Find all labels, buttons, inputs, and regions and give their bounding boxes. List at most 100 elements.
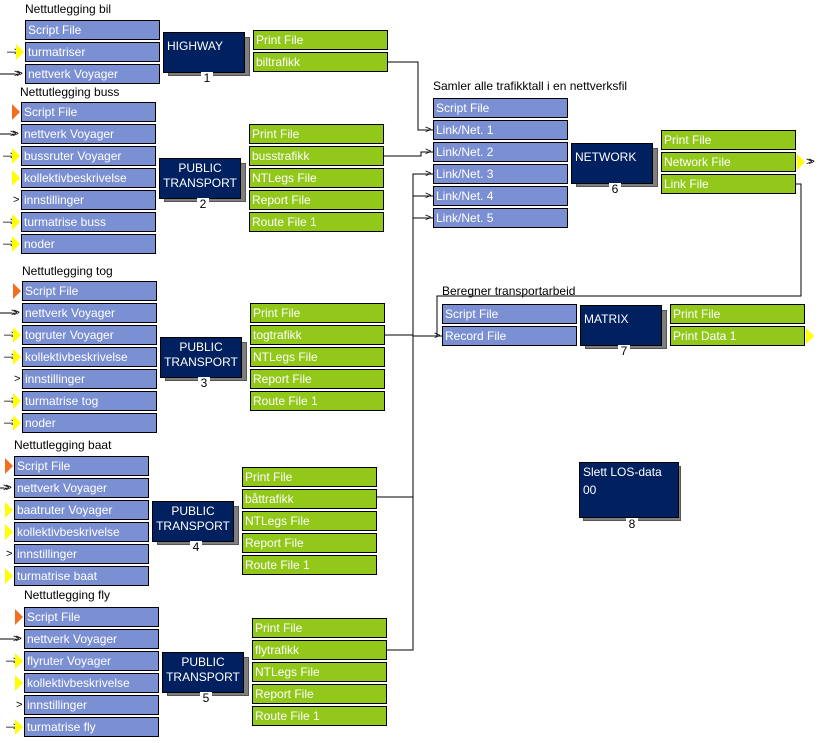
input-file-slot[interactable]: Script File	[22, 281, 157, 301]
input-file-slot[interactable]: nettverk Voyager	[25, 64, 160, 84]
program-label: TRANSPORT	[166, 670, 240, 684]
group-title: Nettutlegging buss	[20, 85, 120, 99]
output-file-slot[interactable]: NTLegs File	[242, 511, 377, 531]
input-file-slot[interactable]: Script File	[21, 102, 156, 122]
output-file-slot[interactable]: Print File	[242, 467, 377, 487]
yellow-input-marker-icon[interactable]	[12, 236, 20, 252]
orange-script-marker-icon[interactable]	[12, 104, 20, 120]
program-box[interactable]: HIGHWAY	[163, 32, 245, 73]
yellow-input-marker-icon[interactable]	[15, 675, 23, 691]
input-file-slot[interactable]: nettverk Voyager	[22, 303, 157, 323]
input-file-slot[interactable]: Script File	[14, 456, 149, 476]
input-file-slot[interactable]: innstillinger	[22, 369, 157, 389]
yellow-input-marker-icon[interactable]	[5, 524, 13, 540]
program-box[interactable]: PUBLIC TRANSPORT	[159, 158, 241, 199]
input-file-slot[interactable]: Link/Net. 1	[433, 120, 568, 140]
yellow-input-marker-icon[interactable]	[15, 653, 23, 669]
input-file-slot[interactable]: togruter Voyager	[22, 325, 157, 345]
output-file-slot[interactable]: Print File	[670, 304, 805, 324]
input-file-slot[interactable]: turmatrise tog	[22, 391, 157, 411]
output-file-slot[interactable]: togtrafikk	[250, 325, 385, 345]
output-file-slot[interactable]: NTLegs File	[250, 347, 385, 367]
output-file-slot[interactable]: Route File 1	[250, 391, 385, 411]
output-file-slot[interactable]: NTLegs File	[252, 662, 387, 682]
output-file-slot[interactable]: Print File	[250, 303, 385, 323]
input-file-slot[interactable]: turmatriser	[25, 42, 160, 62]
input-file-slot[interactable]: noder	[21, 234, 156, 254]
output-file-slot[interactable]: Route File 1	[252, 706, 387, 726]
yellow-input-marker-icon[interactable]	[15, 719, 23, 735]
program-box[interactable]: PUBLIC TRANSPORT	[152, 501, 234, 542]
program-box[interactable]: PUBLIC TRANSPORT	[160, 337, 242, 378]
input-file-slot[interactable]: kollektivbeskrivelse	[24, 673, 159, 693]
output-file-slot[interactable]: Print File	[661, 130, 796, 150]
output-file-slot[interactable]: Print File	[252, 618, 387, 638]
yellow-input-marker-icon[interactable]	[13, 327, 21, 343]
yellow-input-marker-icon[interactable]	[13, 415, 21, 431]
program-box[interactable]: NETWORK	[571, 143, 653, 184]
program-box[interactable]: PUBLIC TRANSPORT	[162, 652, 244, 693]
input-file-slot[interactable]: Script File	[433, 98, 568, 118]
input-file-slot[interactable]: nettverk Voyager	[24, 629, 159, 649]
input-file-slot[interactable]: Script File	[25, 20, 160, 40]
input-file-slot[interactable]: nettverk Voyager	[21, 124, 156, 144]
orange-script-marker-icon[interactable]	[5, 458, 13, 474]
yellow-input-marker-icon[interactable]	[12, 148, 20, 164]
yellow-input-marker-icon[interactable]	[13, 349, 21, 365]
input-file-slot[interactable]: innstillinger	[14, 544, 149, 564]
yellow-output-marker-icon[interactable]	[797, 154, 805, 170]
input-file-slot[interactable]: innstillinger	[21, 190, 156, 210]
input-arrow-icon: >	[425, 168, 432, 180]
orange-script-marker-icon[interactable]	[15, 609, 23, 625]
input-file-slot[interactable]: Script File	[442, 304, 577, 324]
program-label: Slett LOS-data	[583, 465, 662, 479]
yellow-input-marker-icon[interactable]	[16, 44, 24, 60]
output-file-slot[interactable]: Print Data 1	[670, 326, 805, 346]
input-file-slot[interactable]: nettverk Voyager	[14, 478, 149, 498]
yellow-input-marker-icon[interactable]	[5, 568, 13, 584]
output-file-slot[interactable]: Print File	[253, 30, 388, 50]
input-file-slot[interactable]: Link/Net. 5	[433, 208, 568, 228]
output-file-slot[interactable]: Network File	[661, 152, 796, 172]
input-file-slot[interactable]: flyruter Voyager	[24, 651, 159, 671]
input-file-slot[interactable]: Link/Net. 3	[433, 164, 568, 184]
output-file-slot[interactable]: Report File	[242, 533, 377, 553]
input-arrow-icon: >	[425, 146, 432, 158]
program-box[interactable]: MATRIX	[580, 305, 662, 346]
yellow-input-marker-icon[interactable]	[13, 393, 21, 409]
input-file-slot[interactable]: noder	[22, 413, 157, 433]
output-file-slot[interactable]: biltrafikk	[253, 52, 388, 72]
yellow-input-marker-icon[interactable]	[5, 502, 13, 518]
program-label: PUBLIC	[181, 655, 225, 669]
input-file-slot[interactable]: turmatrise buss	[21, 212, 156, 232]
input-file-slot[interactable]: kollektivbeskrivelse	[14, 522, 149, 542]
input-file-slot[interactable]: Link/Net. 4	[433, 186, 568, 206]
input-file-slot[interactable]: kollektivbeskrivelse	[22, 347, 157, 367]
output-file-slot[interactable]: Link File	[661, 174, 796, 194]
input-file-slot[interactable]: Record File	[442, 326, 577, 346]
input-file-slot[interactable]: turmatrise baat	[14, 566, 149, 586]
output-file-slot[interactable]: Report File	[250, 369, 385, 389]
yellow-input-marker-icon[interactable]	[12, 214, 20, 230]
double-arrow-icon: —>>	[7, 68, 23, 80]
input-file-slot[interactable]: innstillinger	[24, 695, 159, 715]
input-file-slot[interactable]: bussruter Voyager	[21, 146, 156, 166]
orange-script-marker-icon[interactable]	[13, 283, 21, 299]
input-file-slot[interactable]: turmatrise fly	[24, 717, 159, 737]
input-file-slot[interactable]: kollektivbeskrivelse	[21, 168, 156, 188]
slett-los-data-box[interactable]: Slett LOS-data 00	[579, 462, 679, 518]
input-file-slot[interactable]: baatruter Voyager	[14, 500, 149, 520]
output-file-slot[interactable]: busstrafikk	[249, 146, 384, 166]
output-file-slot[interactable]: flytrafikk	[252, 640, 387, 660]
output-file-slot[interactable]: Report File	[249, 190, 384, 210]
output-file-slot[interactable]: NTLegs File	[249, 168, 384, 188]
output-file-slot[interactable]: båttrafikk	[242, 489, 377, 509]
yellow-input-marker-icon[interactable]	[12, 170, 20, 186]
output-file-slot[interactable]: Report File	[252, 684, 387, 704]
output-file-slot[interactable]: Route File 1	[242, 555, 377, 575]
output-file-slot[interactable]: Route File 1	[249, 212, 384, 232]
input-file-slot[interactable]: Link/Net. 2	[433, 142, 568, 162]
output-file-slot[interactable]: Print File	[249, 124, 384, 144]
yellow-output-marker-icon[interactable]	[806, 328, 814, 344]
input-file-slot[interactable]: Script File	[24, 607, 159, 627]
